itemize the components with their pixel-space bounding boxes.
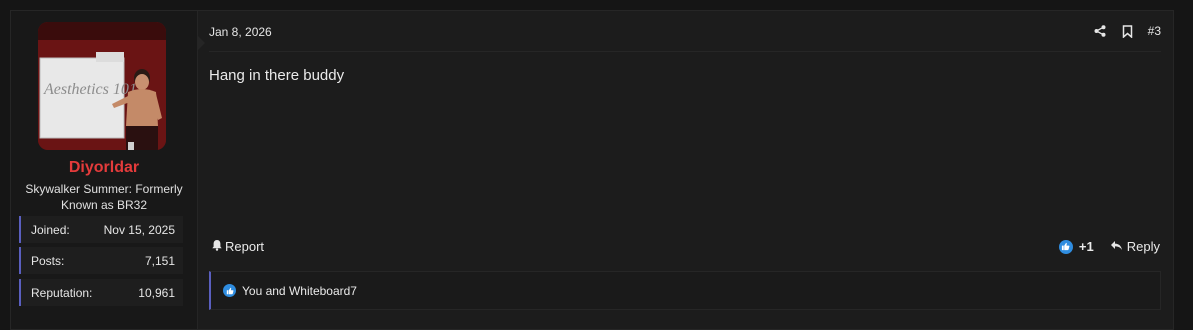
avatar-text: Aesthetics 101: [43, 81, 137, 98]
bell-icon: [211, 239, 223, 254]
reactions-bar[interactable]: You and Whiteboard7: [209, 271, 1161, 310]
forum-post: Aesthetics 101 Diyorldar Skywalker Summe…: [10, 10, 1174, 330]
stat-joined: Joined: Nov 15, 2025: [19, 216, 183, 243]
header-divider: [209, 51, 1161, 52]
user-title: Skywalker Summer: Formerly Known as BR32: [25, 182, 183, 212]
stat-posts: Posts: 7,151: [19, 247, 183, 274]
stat-key: Joined:: [31, 223, 70, 237]
post-main: Jan 8, 2026 #3 Hang in there buddy Repor…: [198, 11, 1173, 329]
reactions-summary[interactable]: You and Whiteboard7: [242, 284, 357, 298]
bookmark-icon[interactable]: [1120, 23, 1136, 39]
stat-reputation: Reputation: 10,961: [19, 279, 183, 306]
post-header-actions: #3: [1092, 23, 1161, 39]
thumbs-up-icon: [223, 284, 236, 297]
report-button[interactable]: Report: [211, 239, 264, 254]
thumbs-up-icon: [1058, 239, 1073, 254]
reply-label: Reply: [1126, 239, 1160, 254]
stat-value: 10,961: [138, 286, 175, 300]
avatar-image: Aesthetics 101: [38, 22, 166, 150]
stat-value: 7,151: [144, 254, 175, 268]
stat-value: Nov 15, 2025: [103, 223, 175, 237]
stat-key: Reputation:: [31, 286, 93, 300]
post-number[interactable]: #3: [1148, 24, 1161, 38]
footer-actions: +1 Reply: [1058, 239, 1160, 254]
user-info-column: Aesthetics 101 Diyorldar Skywalker Summe…: [11, 11, 198, 329]
reaction-count: +1: [1078, 239, 1094, 254]
avatar[interactable]: Aesthetics 101: [38, 22, 166, 150]
reply-arrow-icon: [1110, 239, 1123, 254]
post-date[interactable]: Jan 8, 2026: [209, 25, 272, 39]
post-message: Hang in there buddy: [209, 67, 345, 84]
share-icon[interactable]: [1092, 23, 1108, 39]
report-label: Report: [225, 239, 265, 254]
reply-button[interactable]: Reply: [1110, 239, 1160, 254]
stat-key: Posts:: [31, 254, 65, 268]
username[interactable]: Diyorldar: [11, 159, 197, 177]
like-button[interactable]: +1: [1058, 239, 1094, 254]
